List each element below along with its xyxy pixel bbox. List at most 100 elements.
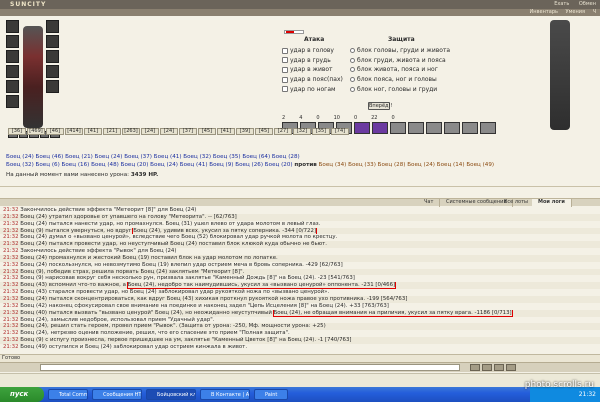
defense-option: блок груди, живота и пояса [357,56,446,64]
attack-option: удар по ногам [290,85,336,93]
chat-smile-icon[interactable] [494,364,504,371]
skill-icon[interactable] [426,122,442,134]
skill-icon[interactable] [390,122,406,134]
log-text: Боец (42) наконец сфокусировал свое вним… [20,302,389,309]
defense-radio[interactable] [350,48,355,54]
log-time: 21:32 [3,330,19,337]
defense-header: Защита [388,36,415,43]
log-text: Боец (9) пытался увернуться, но вдруг [20,227,132,234]
defense-option: блок ног, головы и груди [357,85,438,93]
log-line: 21:32 Боец (24) думал о «вызвано ценурой… [0,234,600,241]
task-total-commander[interactable]: Total Comm... [48,389,88,400]
player-doll [6,20,60,140]
attack-checkbox[interactable] [282,76,288,83]
player-figure-icon [23,26,43,128]
top-link-ride[interactable]: Ехать [554,1,569,7]
defense-radio[interactable] [350,77,355,83]
task-fight-club[interactable]: Бойцовский клуб... [146,389,196,400]
attack-row: удар в пояс(пах) блок пояса, ног и голов… [282,75,458,85]
top-link-exchange[interactable]: Обмен [579,1,596,7]
task-paint[interactable]: Paint [254,389,288,400]
skill-icon[interactable] [408,122,424,134]
log-time: 21:32 [3,343,19,350]
stat-cell: [41] [217,128,235,135]
chat-settings-icon[interactable] [506,364,516,371]
versus-label: против [294,162,317,168]
sub-link-h[interactable]: Ч [593,9,596,15]
task-html-edit[interactable]: Сообщения HTML Edit... [92,389,142,400]
log-time: 21:32 [3,220,19,227]
log-time: 21:32 [3,227,19,234]
skill-icon[interactable] [462,122,478,134]
armor-slot-icon[interactable] [6,65,19,78]
status-bar: Готово [0,354,600,362]
sub-link-skills[interactable]: Умения [566,9,585,15]
top-bar: SUNCITY Ехать Обмен [0,0,600,9]
attack-row: удар в грудь блок груди, живота и пояса [282,56,458,66]
earring-slot-icon[interactable] [46,20,59,33]
amulet-slot-icon[interactable] [6,35,19,48]
player-stats: [36] [469] [46] [414] [41] [21] [263] [24] [24][… [6,128,349,148]
attack-panel: Атака Защита удар в голову блок головы, … [282,36,458,116]
tab-all-lots[interactable]: Все лоты [498,199,535,207]
skill-icon[interactable] [372,122,388,134]
combat-log: 21:32 Закончилось действие эффекта "Мете… [0,207,600,353]
helmet-slot-icon[interactable] [6,20,19,33]
stat-cell: [27] [274,128,292,135]
log-tabs: Чат Системные сообщения Все лоты Мои лог… [0,198,600,207]
log-line: 21:32 Боец (40) пытался вызвать "вызвано… [0,309,600,317]
attack-checkbox[interactable] [282,47,288,54]
enemy-line[interactable]: Боец (34) Боец (33) Боец (28) Боец (24) … [319,162,495,168]
stat-cell: [414] [65,128,83,135]
log-text: Боец (24) думал о «вызвано ценурой», всл… [20,234,338,241]
tab-my-logs[interactable]: Мои логи [532,199,572,207]
defense-radio[interactable] [350,57,355,63]
belt-slot-icon[interactable] [6,80,19,93]
chat-send-icon[interactable] [470,364,480,371]
game-window: SUNCITY Ехать Обмен Инвентарь Умения Ч А… [0,0,600,402]
log-time: 21:32 [3,275,19,282]
log-text: Закончилось действие эффекта "Метеорит [… [20,207,197,213]
attack-checkbox[interactable] [282,66,288,73]
team-line[interactable]: Боец (24) Боец (46) Боец (21) Боец (24) … [6,154,300,160]
gloves-slot-icon[interactable] [46,50,59,63]
log-time: 21:32 [3,248,19,255]
skill-icon[interactable] [444,122,460,134]
defense-radio[interactable] [350,86,355,92]
chat-input[interactable] [40,364,460,371]
ring-slot-icon[interactable] [46,35,59,48]
attack-option: удар в голову [290,47,334,55]
skill-icon[interactable] [354,122,370,134]
stat-cell: [21] [103,128,121,135]
log-time: 21:32 [3,261,19,268]
defense-option: блок пояса, ног и головы [357,75,437,83]
damage-value: 3439 HP. [130,172,159,178]
bracer-slot-icon[interactable] [6,95,19,108]
attack-checkbox[interactable] [282,57,288,64]
log-text: Закончилось действие эффекта "Рывок" для… [20,248,177,255]
chat-clear-icon[interactable] [482,364,492,371]
attack-option: удар в пояс(пах) [290,75,343,83]
task-vkontakte[interactable]: В Контакте | Ахул... [200,389,250,400]
stat-cell: [32] [293,128,311,135]
log-text: Боец (9), победив страх, решила порвать … [20,268,245,275]
log-text: Боец (24) пытался нанести удар, но прома… [20,220,321,227]
log-text: Боец (24), решил стать героем, провел пр… [20,323,326,330]
log-line: 21:32 Боец (9), победив страх, решила по… [0,268,600,276]
weapon-slot-icon[interactable] [6,50,19,63]
sub-link-inventory[interactable]: Инвентарь [530,9,558,15]
attack-option: удар в грудь [290,56,331,64]
defense-option: блок головы, груди и живота [357,47,451,55]
defense-option: блок живота, пояса и ног [357,66,438,74]
stat-cell: [35] [312,128,330,135]
tab-chat[interactable]: Чат [418,199,441,207]
start-button[interactable]: пуск [0,387,44,402]
defense-radio[interactable] [350,67,355,73]
go-button[interactable]: Вперёд!! [368,102,393,110]
team-line[interactable]: Боец (32) Боец (6) Боец (16) Боец (48) Б… [6,162,293,168]
attack-checkbox[interactable] [282,86,288,93]
log-time: 21:32 [3,241,19,248]
boots-slot-icon[interactable] [46,80,59,93]
shield-slot-icon[interactable] [46,65,59,78]
skill-icon[interactable] [480,122,496,134]
